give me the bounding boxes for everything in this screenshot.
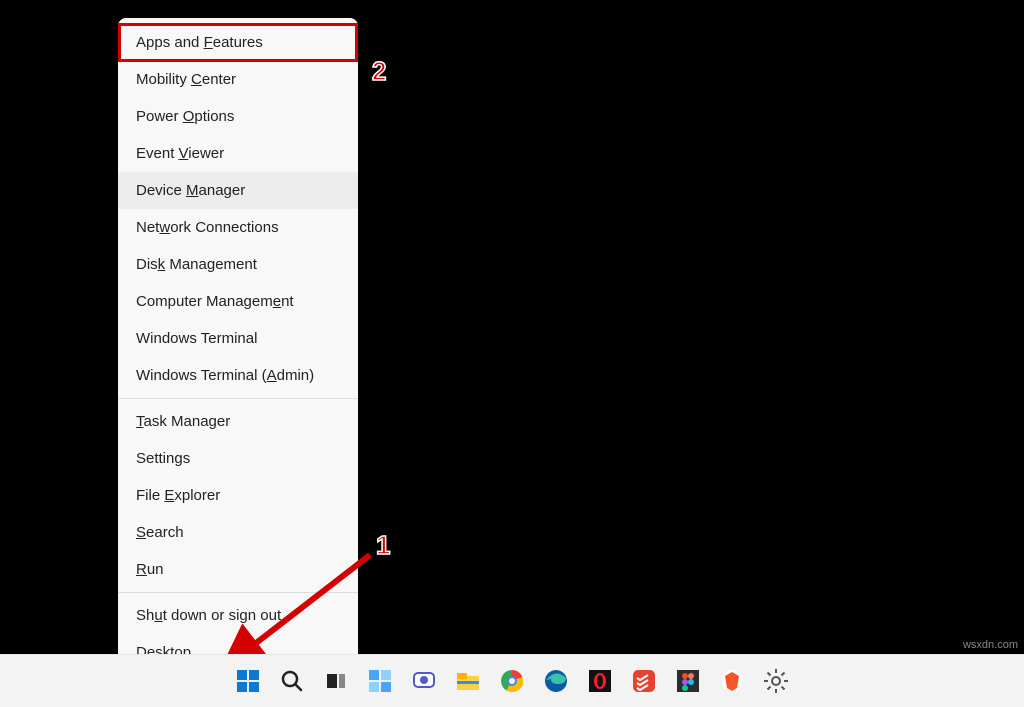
menu-separator [118,398,358,399]
todoist-icon[interactable] [629,666,659,696]
menu-item-network-connections[interactable]: Network Connections [118,209,358,246]
menu-item-run[interactable]: Run [118,551,358,588]
start-icon[interactable] [233,666,263,696]
menu-item-device-manager[interactable]: Device Manager [118,172,358,209]
opera-icon[interactable] [585,666,615,696]
menu-item-event-viewer[interactable]: Event Viewer [118,135,358,172]
desktop: Apps and FeaturesMobility CenterPower Op… [0,0,1024,707]
brave-icon[interactable] [717,666,747,696]
menu-item-disk-management[interactable]: Disk Management [118,246,358,283]
settings-icon[interactable] [761,666,791,696]
figma-icon[interactable] [673,666,703,696]
menu-separator [118,592,358,593]
menu-item-computer-management[interactable]: Computer Management [118,283,358,320]
chat-icon[interactable] [409,666,439,696]
menu-item-windows-terminal[interactable]: Windows Terminal [118,320,358,357]
taskview-icon[interactable] [321,666,351,696]
menu-item-mobility-center[interactable]: Mobility Center [118,61,358,98]
menu-item-search[interactable]: Search [118,514,358,551]
chrome-icon[interactable] [497,666,527,696]
menu-item-power-options[interactable]: Power Options [118,98,358,135]
watermark-text: wsxdn.com [963,639,1018,651]
winx-menu: Apps and FeaturesMobility CenterPower Op… [118,18,358,677]
edge-icon[interactable] [541,666,571,696]
menu-item-shut-down-or-sign-out[interactable]: Shut down or sign out [118,597,358,634]
taskbar [0,654,1024,707]
menu-item-apps-and-features[interactable]: Apps and Features [118,23,358,62]
menu-item-task-manager[interactable]: Task Manager [118,403,358,440]
menu-item-windows-terminal-admin[interactable]: Windows Terminal (Admin) [118,357,358,394]
menu-item-file-explorer[interactable]: File Explorer [118,477,358,514]
annotation-badge-1: 1 [376,530,390,561]
menu-item-settings[interactable]: Settings [118,440,358,477]
annotation-badge-2: 2 [372,56,386,87]
search-icon[interactable] [277,666,307,696]
file-explorer-icon[interactable] [453,666,483,696]
widgets-icon[interactable] [365,666,395,696]
